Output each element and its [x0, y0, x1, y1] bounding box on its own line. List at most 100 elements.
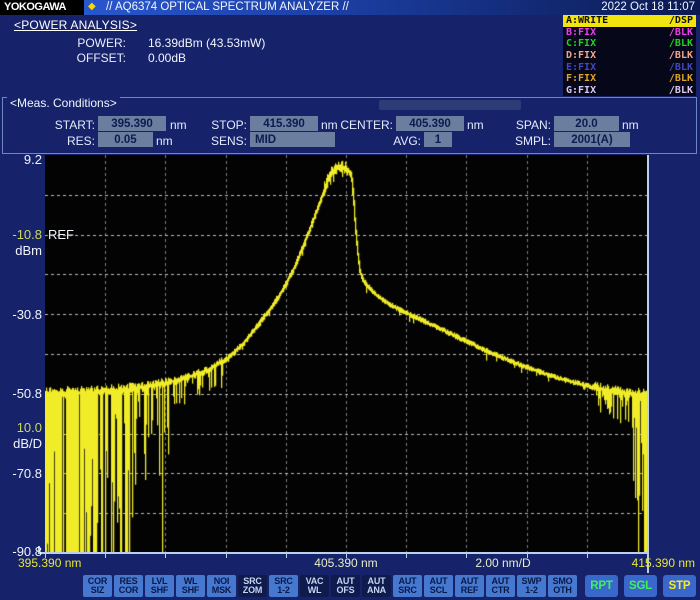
- power-label: POWER:: [58, 36, 126, 50]
- softkey-label: SGL: [629, 580, 652, 592]
- x-axis-line: [38, 552, 649, 554]
- datetime-display: 2022 Oct 18 11:07: [601, 1, 695, 13]
- softkey-vac-wl[interactable]: VACWL: [300, 575, 329, 597]
- y-scale-unit: dB/D: [2, 436, 42, 451]
- softkey-aut-scl[interactable]: AUTSCL: [424, 575, 453, 597]
- x-tick: [165, 554, 166, 558]
- span-value-field[interactable]: 20.0: [554, 116, 619, 131]
- trace-mode: /BLK: [669, 62, 693, 73]
- trace-name: E:FIX: [566, 62, 596, 73]
- trace-name: B:FIX: [566, 27, 596, 38]
- y-scale-value: 10.0: [2, 420, 42, 435]
- trace-row-d[interactable]: D:FIX/BLK: [563, 50, 696, 62]
- avg-value-field[interactable]: 1: [424, 132, 452, 147]
- avg-label: AVG:: [373, 134, 421, 148]
- softkey-wl-shf[interactable]: WLSHF: [176, 575, 205, 597]
- softkey-label: CTR: [492, 586, 510, 596]
- y-unit-label: dBm: [2, 243, 42, 258]
- trace-name: F:FIX: [566, 73, 596, 84]
- softkey-label: REF: [461, 586, 478, 596]
- trace-mode: /BLK: [669, 27, 693, 38]
- softkey-label: MSK: [212, 586, 231, 596]
- softkey-swp-1-2[interactable]: SWP1-2: [517, 575, 546, 597]
- softkey-label: OTH: [553, 586, 571, 596]
- stop-label: STOP:: [199, 118, 247, 132]
- softkey-label: SCL: [430, 586, 447, 596]
- stop-value-field[interactable]: 415.390: [250, 116, 318, 131]
- softkey-sgl[interactable]: SGL: [624, 575, 657, 597]
- trace-row-f[interactable]: F:FIX/BLK: [563, 73, 696, 85]
- trace-name: A:WRITE: [566, 15, 608, 26]
- softkey-noi-msk[interactable]: NOIMSK: [207, 575, 236, 597]
- trace-name: D:FIX: [566, 50, 596, 61]
- x-label-stop: 415.390 nm: [595, 556, 695, 570]
- x-tick: [286, 554, 287, 558]
- trace-mode: /BLK: [669, 73, 693, 84]
- softkey-toolbar: CORSIZRESCORLVLSHFWLSHFNOIMSKSRCZOMSRC1-…: [83, 575, 696, 597]
- trace-legend-panel: A:WRITE/DSPB:FIX/BLKC:FIX/BLKD:FIX/BLKE:…: [563, 15, 696, 96]
- y-label-top: 9.2: [2, 152, 42, 167]
- trace-mode: /BLK: [669, 50, 693, 61]
- softkey-aut-ana[interactable]: AUTANA: [362, 575, 391, 597]
- trace-canvas: [45, 155, 647, 553]
- start-label: START:: [33, 118, 95, 132]
- softkey-label: SHF: [151, 586, 168, 596]
- smpl-label: SMPL:: [503, 134, 551, 148]
- softkey-label: ANA: [367, 586, 386, 596]
- smpl-value-field[interactable]: 2001(A): [554, 132, 630, 147]
- softkey-label: STP: [669, 580, 691, 592]
- app-title: // AQ6374 OPTICAL SPECTRUM ANALYZER //: [106, 1, 349, 13]
- softkey-lvl-shf[interactable]: LVLSHF: [145, 575, 174, 597]
- ref-tag: REF: [48, 227, 74, 242]
- offset-label: OFFSET:: [58, 51, 126, 65]
- softkey-label: OFS: [337, 586, 355, 596]
- center-value-field[interactable]: 405.390: [396, 116, 464, 131]
- center-unit: nm: [467, 118, 484, 132]
- y-label-ref: -10.8: [2, 227, 42, 242]
- trace-name: G:FIX: [566, 85, 596, 96]
- x-label-center: 405.390 nm: [296, 556, 396, 570]
- title-bar: YOKOGAWA ◆ // AQ6374 OPTICAL SPECTRUM AN…: [0, 0, 700, 15]
- power-value: 16.39dBm (43.53mW): [148, 36, 265, 50]
- trace-row-c[interactable]: C:FIX/BLK: [563, 38, 696, 50]
- softkey-res-cor[interactable]: RESCOR: [114, 575, 143, 597]
- x-tick: [406, 554, 407, 558]
- softkey-label: 1-2: [525, 586, 537, 596]
- softkey-rpt[interactable]: RPT: [585, 575, 618, 597]
- softkey-aut-src[interactable]: AUTSRC: [393, 575, 422, 597]
- spectrum-plot: [45, 155, 647, 553]
- diamond-icon: ◆: [88, 1, 96, 12]
- softkey-cor-siz[interactable]: CORSIZ: [83, 575, 112, 597]
- meas-conditions-heading: <Meas. Conditions>: [7, 96, 120, 110]
- trace-row-g[interactable]: G:FIX/BLK: [563, 84, 696, 96]
- span-label: SPAN:: [503, 118, 551, 132]
- offset-value: 0.00dB: [148, 51, 186, 65]
- y-label-minus50: -50.8: [2, 386, 42, 401]
- start-value-field[interactable]: 395.390: [98, 116, 166, 131]
- x-tick: [105, 554, 106, 558]
- trace-row-b[interactable]: B:FIX/BLK: [563, 27, 696, 39]
- softkey-aut-ofs[interactable]: AUTOFS: [331, 575, 360, 597]
- span-unit: nm: [622, 118, 639, 132]
- softkey-label: SRC: [398, 586, 416, 596]
- start-unit: nm: [170, 118, 187, 132]
- trace-row-e[interactable]: E:FIX/BLK: [563, 61, 696, 73]
- plot-right-border: [647, 155, 649, 573]
- power-analysis-heading: <POWER ANALYSIS>: [14, 18, 137, 32]
- softkey-stp[interactable]: STP: [663, 575, 696, 597]
- sens-value-field[interactable]: MID: [250, 132, 335, 147]
- res-value-field[interactable]: 0.05: [98, 132, 153, 147]
- softkey-label: 1-2: [277, 586, 289, 596]
- softkey-src-1-2[interactable]: SRC1-2: [269, 575, 298, 597]
- trace-row-a[interactable]: A:WRITE/DSP: [563, 15, 696, 27]
- softkey-src-zom[interactable]: SRCZOM: [238, 575, 267, 597]
- softkey-label: RPT: [590, 580, 612, 592]
- center-label: CENTER:: [325, 118, 393, 132]
- softkey-aut-ref[interactable]: AUTREF: [455, 575, 484, 597]
- softkey-label: ZOM: [243, 586, 262, 596]
- x-tick: [226, 554, 227, 558]
- meas-conditions-panel: <Meas. Conditions> START: 395.390 nm STO…: [2, 97, 697, 154]
- softkey-aut-ctr[interactable]: AUTCTR: [486, 575, 515, 597]
- softkey-smo-oth[interactable]: SMOOTH: [548, 575, 577, 597]
- sens-label: SENS:: [199, 134, 247, 148]
